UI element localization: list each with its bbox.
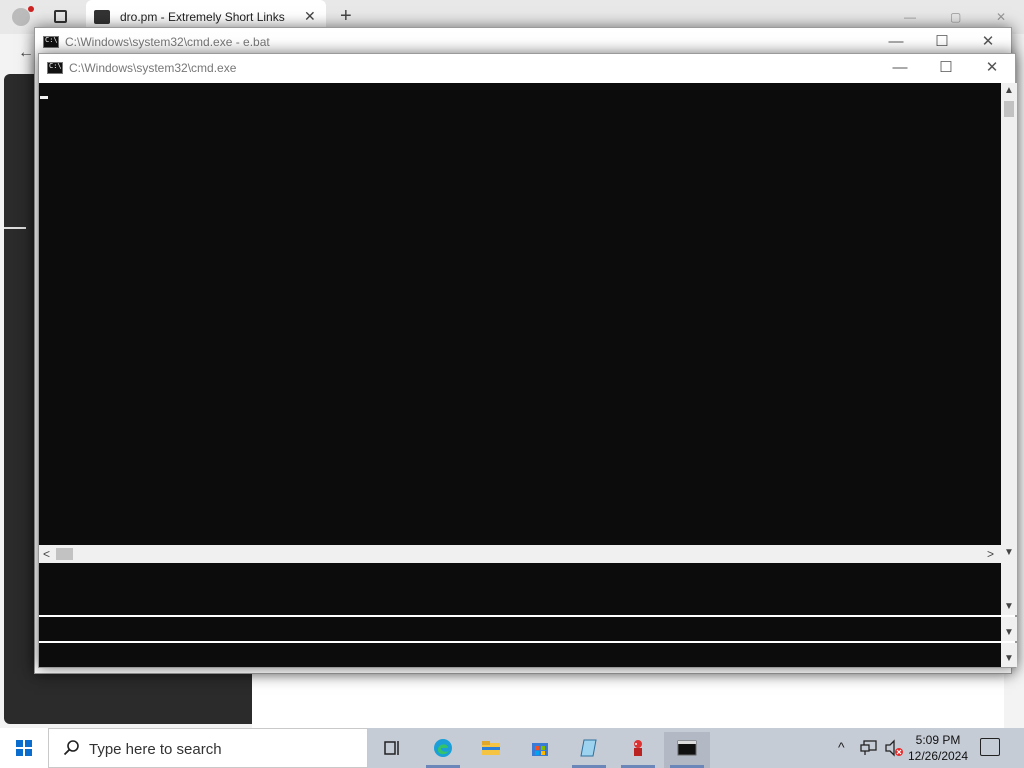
browser-minimize-button[interactable]: — xyxy=(904,10,916,24)
notepad-button[interactable] xyxy=(566,732,612,768)
clock-date: 12/26/2024 xyxy=(907,749,969,763)
cmd-app-icon xyxy=(47,62,63,74)
network-icon[interactable] xyxy=(860,740,878,756)
scroll-down-icon[interactable]: ▼ xyxy=(1001,563,1017,615)
volume-muted-icon[interactable] xyxy=(884,739,904,757)
cmd-icon xyxy=(677,740,697,756)
profile-notification-dot xyxy=(28,6,34,12)
game-button[interactable] xyxy=(615,732,661,768)
cmd-window[interactable]: C:\Windows\system32\cmd.exe — ☐ ✕ ▲ ▼ < … xyxy=(38,53,1017,668)
edge-button[interactable] xyxy=(420,732,466,768)
site-favicon-icon xyxy=(94,10,110,24)
cmd-taskbar-button[interactable] xyxy=(664,732,710,768)
search-placeholder: Type here to search xyxy=(89,741,222,758)
cmd-app-icon xyxy=(43,36,59,48)
cmd-titlebar[interactable]: C:\Windows\system32\cmd.exe — ☐ ✕ xyxy=(39,54,1015,82)
store-icon xyxy=(532,743,548,756)
tray-chevron-icon[interactable]: ^ xyxy=(838,739,845,755)
cmd-maximize-button[interactable]: ☐ xyxy=(923,54,969,82)
tab-close-icon[interactable]: ✕ xyxy=(304,8,316,25)
scroll-down-icon[interactable]: ▼ xyxy=(1001,617,1017,641)
cmd-ebat-close-button[interactable]: ✕ xyxy=(965,28,1011,56)
tab-actions-icon[interactable] xyxy=(54,10,67,23)
cmd-close-button[interactable]: ✕ xyxy=(969,54,1015,82)
vertical-scrollbar[interactable]: ▲ ▼ xyxy=(1001,83,1017,563)
browser-close-button[interactable]: ✕ xyxy=(996,10,1006,24)
clock-time: 5:09 PM xyxy=(915,733,961,747)
cmd-ebat-title: C:\Windows\system32\cmd.exe - e.bat xyxy=(65,35,270,49)
cmd-ebat-maximize-button[interactable]: ☐ xyxy=(919,28,965,56)
console-pane-3 xyxy=(39,617,1001,641)
task-view-button[interactable] xyxy=(369,732,415,768)
sidebar-divider xyxy=(4,227,26,229)
taskbar-search-box[interactable]: Type here to search xyxy=(48,728,368,768)
text-cursor xyxy=(40,96,48,99)
taskbar: Type here to search ^ 5:09 PM 12/26/2024 xyxy=(0,728,1024,768)
game-icon xyxy=(634,740,642,756)
system-clock[interactable]: 5:09 PM 12/26/2024 xyxy=(902,732,974,764)
new-tab-button[interactable]: + xyxy=(340,6,352,26)
browser-tab-title: dro.pm - Extremely Short Links xyxy=(120,10,285,24)
profile-avatar-icon[interactable] xyxy=(12,8,30,26)
vertical-scroll-thumb[interactable] xyxy=(1004,101,1014,117)
cmd-ebat-minimize-button[interactable]: — xyxy=(873,28,919,56)
edge-icon xyxy=(434,739,452,757)
browser-maximize-button[interactable]: ▢ xyxy=(950,10,961,24)
search-icon xyxy=(63,740,79,756)
file-explorer-button[interactable] xyxy=(468,732,514,768)
scroll-down-icon[interactable]: ▼ xyxy=(1004,547,1014,558)
scroll-left-icon[interactable]: < xyxy=(43,547,50,561)
back-arrow-icon[interactable]: ← xyxy=(18,44,34,62)
scroll-down-icon[interactable]: ▼ xyxy=(1001,643,1017,667)
task-view-icon xyxy=(384,741,399,755)
horizontal-scroll-thumb[interactable] xyxy=(56,548,73,560)
cmd-minimize-button[interactable]: — xyxy=(877,54,923,82)
console-pane-4 xyxy=(39,643,1001,667)
scroll-right-icon[interactable]: > xyxy=(987,547,994,561)
notification-center-icon[interactable] xyxy=(980,738,1000,756)
store-button[interactable] xyxy=(517,732,563,768)
cmd-ebat-titlebar[interactable]: C:\Windows\system32\cmd.exe - e.bat — ☐ … xyxy=(35,28,1011,56)
windows-logo-icon xyxy=(16,740,32,756)
console-output-area[interactable] xyxy=(39,83,1001,545)
cmd-title: C:\Windows\system32\cmd.exe xyxy=(69,61,237,75)
scroll-up-icon[interactable]: ▲ xyxy=(1004,85,1014,96)
file-explorer-icon xyxy=(482,741,500,755)
start-button[interactable] xyxy=(0,728,48,768)
horizontal-scrollbar[interactable]: < > xyxy=(39,545,1001,563)
console-pane-2 xyxy=(39,563,1001,615)
notepad-icon xyxy=(580,739,597,757)
